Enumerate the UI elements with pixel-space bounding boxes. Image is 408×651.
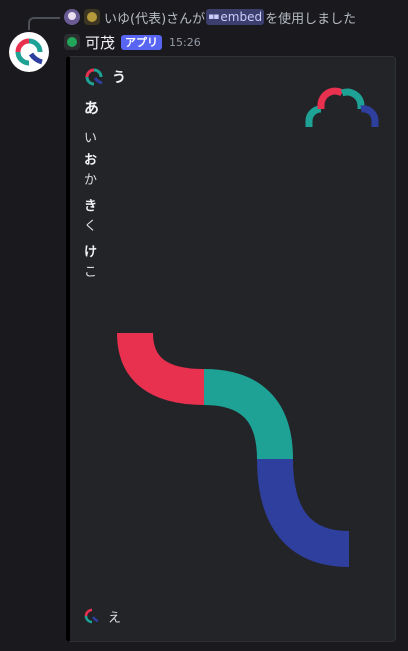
command-mention[interactable]: ▪▪ embed	[206, 9, 265, 25]
embed-footer: え	[84, 606, 121, 626]
reply-text-after: を使用しました	[265, 11, 357, 27]
footer-logo-icon	[84, 608, 99, 624]
reply-text-before: さんが	[166, 11, 206, 27]
app-badge: アプリ	[121, 34, 163, 50]
embed-thumbnail[interactable]	[303, 81, 381, 131]
bot-username[interactable]: 可茂	[85, 32, 115, 53]
field-value: く	[84, 219, 98, 234]
reply-role-icon	[84, 9, 100, 25]
command-name: embed	[220, 10, 263, 24]
message-timestamp[interactable]: 15:26	[169, 36, 201, 49]
field-name: お	[84, 153, 98, 168]
message-header: 可茂 アプリ 15:26	[64, 31, 201, 53]
embed-title: あ	[84, 99, 100, 117]
field-name: き	[84, 199, 98, 214]
embed-field: お か	[84, 151, 97, 191]
embed-description: い	[84, 131, 98, 146]
embed-footer-text: え	[108, 610, 122, 626]
embed-image[interactable]	[113, 327, 353, 567]
field-name: け	[84, 245, 98, 260]
embed-field: き く	[84, 197, 97, 237]
field-value: こ	[84, 265, 98, 280]
reply-preview[interactable]: いゆ(代表) さんが ▪▪ embed を使用しました	[64, 8, 357, 27]
wave-logo-icon	[15, 38, 43, 66]
embed-author: う	[84, 67, 126, 87]
embed-field: け こ	[84, 243, 97, 283]
embed-card: う あ い お か き く け こ え	[66, 56, 396, 642]
field-value: か	[84, 173, 98, 188]
embed-author-name: う	[112, 70, 126, 86]
bot-avatar[interactable]	[9, 32, 49, 72]
app-command-icon: ▪▪	[208, 12, 219, 22]
status-online-icon	[64, 34, 80, 50]
reply-connector	[28, 17, 60, 30]
author-logo-icon	[85, 68, 103, 86]
reply-avatar[interactable]	[64, 9, 80, 25]
reply-username[interactable]: いゆ(代表)	[104, 8, 166, 27]
